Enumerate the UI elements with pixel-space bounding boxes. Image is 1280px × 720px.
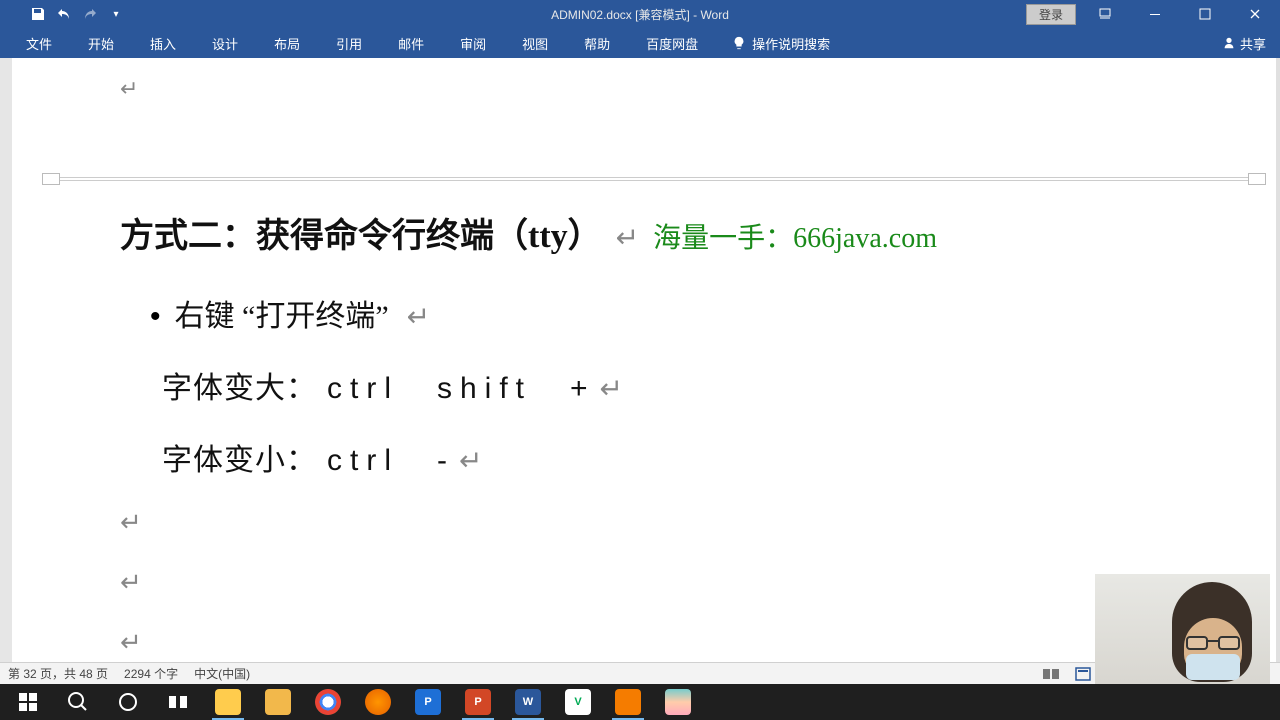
- task-view-button[interactable]: [154, 684, 202, 720]
- taskbar-app-vnc[interactable]: V: [554, 684, 602, 720]
- soft-return-icon: ↵: [407, 300, 430, 334]
- paragraph-mark: ↵: [12, 508, 1276, 538]
- shortcut-line-bigger: 字体变大： ctrl shift + ↵: [120, 363, 1216, 407]
- minimize-icon[interactable]: [1134, 0, 1176, 28]
- taskbar-app-folder[interactable]: [254, 684, 302, 720]
- language[interactable]: 中文(中国): [194, 665, 250, 682]
- quick-access-toolbar: ▾: [0, 6, 124, 22]
- window-title: ADMIN02.docx [兼容模式] - Word: [551, 6, 729, 23]
- tab-baidu[interactable]: 百度网盘: [634, 30, 710, 57]
- start-button[interactable]: [4, 684, 52, 720]
- soft-return-icon: ↵: [616, 221, 639, 255]
- shortcut-line-smaller: 字体变小： ctrl - ↵: [120, 435, 1216, 479]
- title-bar: ▾ ADMIN02.docx [兼容模式] - Word 登录: [0, 0, 1280, 28]
- paragraph-mark: ↵: [12, 58, 1276, 102]
- tab-insert[interactable]: 插入: [138, 30, 188, 57]
- status-bar: 第 32 页，共 48 页 2294 个字 中文(中国) − +: [0, 662, 1280, 684]
- heading-line: 方式二：获得命令行终端（tty） ↵ 海量一手：666java.com: [120, 208, 1216, 257]
- soft-return-icon: ↵: [459, 444, 482, 478]
- taskbar-app-word[interactable]: W: [504, 684, 552, 720]
- document-content: 方式二：获得命令行终端（tty） ↵ 海量一手：666java.com • 右键…: [12, 196, 1276, 479]
- view-print-icon[interactable]: [1070, 665, 1096, 683]
- tab-home[interactable]: 开始: [76, 30, 126, 57]
- document-viewport[interactable]: ↵ 方式二：获得命令行终端（tty） ↵ 海量一手：666java.com • …: [12, 58, 1276, 662]
- shortcut-label: 字体变小：: [162, 435, 317, 479]
- ribbon-options-icon[interactable]: [1084, 0, 1126, 28]
- tab-review[interactable]: 审阅: [448, 30, 498, 57]
- empty-paragraphs: ↵ ↵ ↵ ↵: [12, 478, 1276, 662]
- tab-view[interactable]: 视图: [510, 30, 560, 57]
- taskbar-app-chrome[interactable]: [304, 684, 352, 720]
- watermark-text: 海量一手：666java.com: [653, 216, 937, 256]
- tab-layout[interactable]: 布局: [262, 30, 312, 57]
- share-icon: [1222, 36, 1236, 50]
- taskbar-app-vm[interactable]: [604, 684, 652, 720]
- view-read-icon[interactable]: [1038, 665, 1064, 683]
- bullet-text: 右键 “打开终端”: [175, 291, 389, 335]
- tab-help[interactable]: 帮助: [572, 30, 622, 57]
- share-label: 共享: [1240, 34, 1266, 53]
- tab-mailings[interactable]: 邮件: [386, 30, 436, 57]
- bullet-icon: •: [150, 302, 161, 332]
- tell-me-label: 操作说明搜索: [752, 34, 830, 53]
- undo-icon[interactable]: [56, 6, 72, 22]
- login-button[interactable]: 登录: [1026, 4, 1076, 25]
- taskbar-app-explorer[interactable]: [204, 684, 252, 720]
- title-right: 登录: [1026, 0, 1280, 28]
- cortana-button[interactable]: [104, 684, 152, 720]
- save-icon[interactable]: [30, 6, 46, 22]
- tab-file[interactable]: 文件: [14, 30, 64, 57]
- lightbulb-icon: [732, 36, 746, 50]
- qat-more-icon[interactable]: ▾: [108, 6, 124, 22]
- taskbar-app-firefox[interactable]: [354, 684, 402, 720]
- vertical-scrollbar[interactable]: [1276, 58, 1280, 662]
- ribbon: 文件 开始 插入 设计 布局 引用 邮件 审阅 视图 帮助 百度网盘 操作说明搜…: [0, 28, 1280, 58]
- bullet-line: • 右键 “打开终端” ↵: [120, 291, 1216, 335]
- webcam-overlay: [1095, 574, 1270, 684]
- maximize-icon[interactable]: [1184, 0, 1226, 28]
- tab-references[interactable]: 引用: [324, 30, 374, 57]
- tab-design[interactable]: 设计: [200, 30, 250, 57]
- tell-me[interactable]: 操作说明搜索: [732, 34, 830, 53]
- paragraph-mark: ↵: [12, 628, 1276, 658]
- taskbar-app-p[interactable]: P: [404, 684, 452, 720]
- page-info[interactable]: 第 32 页，共 48 页: [8, 665, 108, 682]
- redo-icon[interactable]: [82, 6, 98, 22]
- page-break: [12, 173, 1276, 185]
- share-button[interactable]: 共享: [1222, 34, 1266, 53]
- search-button[interactable]: [54, 684, 102, 720]
- taskbar-app-paint[interactable]: [654, 684, 702, 720]
- shortcut-label: 字体变大：: [162, 363, 317, 407]
- shortcut-keys: ctrl shift +: [327, 363, 596, 407]
- heading-text: 方式二：获得命令行终端（tty）: [120, 208, 602, 257]
- word-count[interactable]: 2294 个字: [124, 665, 178, 682]
- shortcut-keys: ctrl -: [327, 435, 455, 479]
- taskbar-app-powerpoint[interactable]: P: [454, 684, 502, 720]
- taskbar: P P W V: [0, 684, 1280, 720]
- paragraph-mark: ↵: [12, 568, 1276, 598]
- soft-return-icon: ↵: [600, 372, 623, 406]
- close-icon[interactable]: [1234, 0, 1276, 28]
